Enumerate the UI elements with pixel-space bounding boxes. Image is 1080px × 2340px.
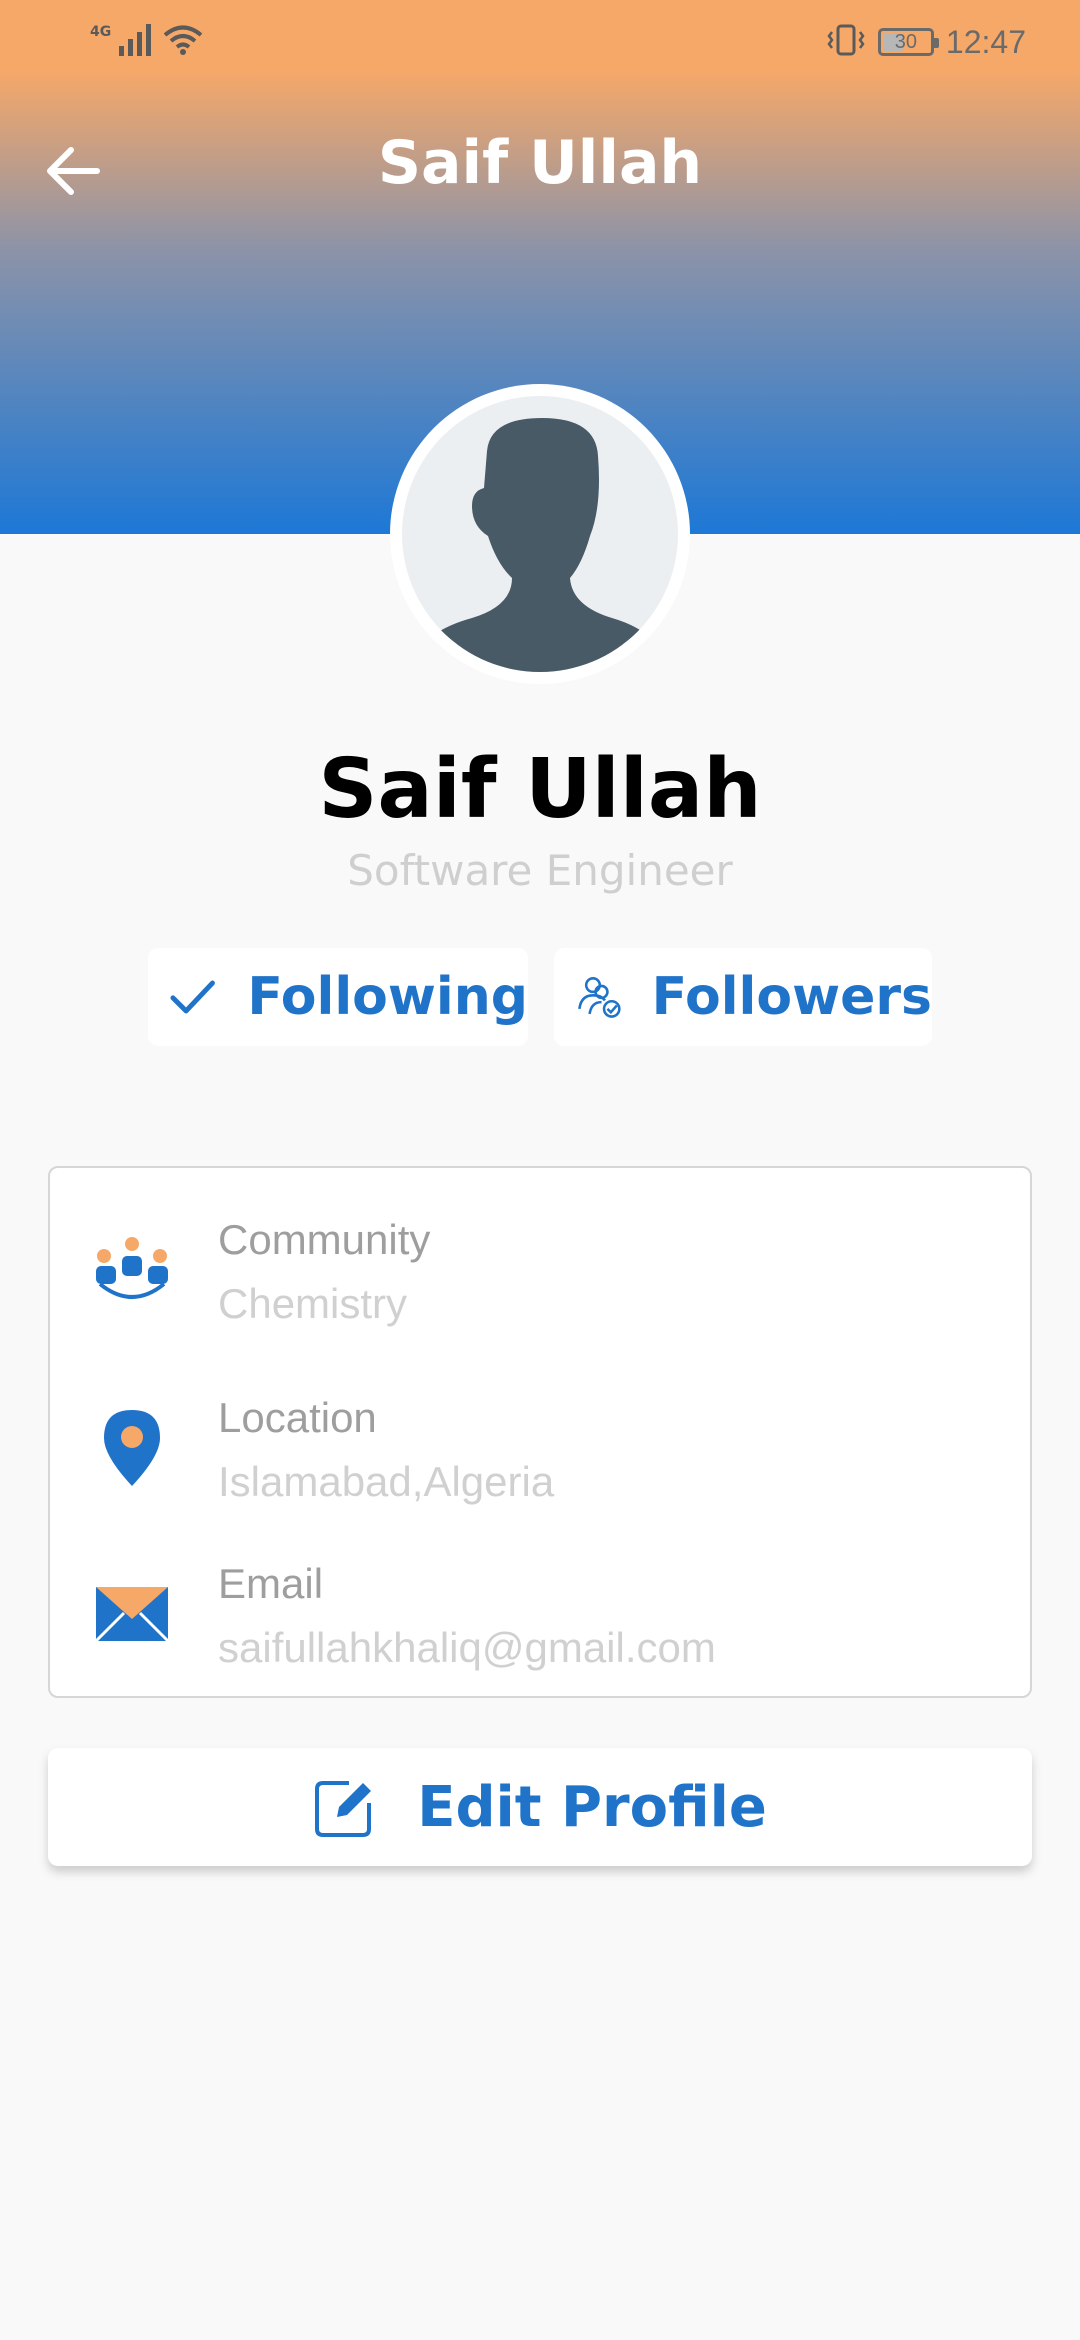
email-label: Email bbox=[218, 1560, 324, 1607]
profile-name: Saif Ullah bbox=[318, 742, 762, 837]
user-silhouette-icon bbox=[402, 418, 678, 672]
page-title: Saif Ullah bbox=[377, 128, 703, 198]
followers-button[interactable]: Followers bbox=[554, 948, 932, 1046]
clock: 12:47 bbox=[945, 23, 1026, 60]
info-row-community: Community Chemistry bbox=[50, 1216, 1034, 1346]
signal-icon bbox=[119, 24, 155, 60]
following-label: Following bbox=[247, 967, 528, 1027]
status-bar: 4G 30 12:47 bbox=[0, 0, 1080, 86]
avatar-placeholder bbox=[402, 396, 678, 672]
status-right: 30 12:47 bbox=[826, 20, 1026, 64]
avatar[interactable] bbox=[390, 384, 690, 684]
profile-info-card: Community Chemistry Location Islamabad,A… bbox=[48, 1166, 1032, 1698]
checkmark-icon bbox=[170, 980, 215, 1014]
network-type: 4G bbox=[90, 24, 112, 40]
battery-level: 30 bbox=[894, 30, 918, 53]
battery-icon: 30 bbox=[877, 28, 939, 56]
profile-role: Software Engineer bbox=[347, 846, 733, 895]
community-label: Community bbox=[218, 1216, 431, 1263]
location-label: Location bbox=[218, 1394, 377, 1441]
location-pin-icon bbox=[92, 1408, 172, 1488]
info-row-location: Location Islamabad,Algeria bbox=[50, 1394, 1034, 1524]
edit-profile-button[interactable]: Edit Profile bbox=[48, 1748, 1032, 1866]
following-button[interactable]: Following bbox=[148, 948, 528, 1046]
edit-profile-label: Edit Profile bbox=[417, 1774, 767, 1840]
email-value: saifullahkhaliq@gmail.com bbox=[218, 1624, 716, 1671]
wifi-icon bbox=[163, 24, 203, 60]
location-value: Islamabad,Algeria bbox=[218, 1458, 555, 1505]
followers-icon bbox=[578, 977, 621, 1018]
followers-label: Followers bbox=[651, 967, 932, 1027]
vibrate-icon bbox=[826, 24, 866, 60]
status-left: 4G bbox=[90, 20, 203, 64]
edit-icon bbox=[315, 1781, 372, 1837]
email-icon bbox=[92, 1574, 172, 1654]
community-value: Chemistry bbox=[218, 1280, 408, 1327]
community-icon bbox=[92, 1230, 172, 1310]
info-row-email: Email saifullahkhaliq@gmail.com bbox=[50, 1560, 1034, 1690]
